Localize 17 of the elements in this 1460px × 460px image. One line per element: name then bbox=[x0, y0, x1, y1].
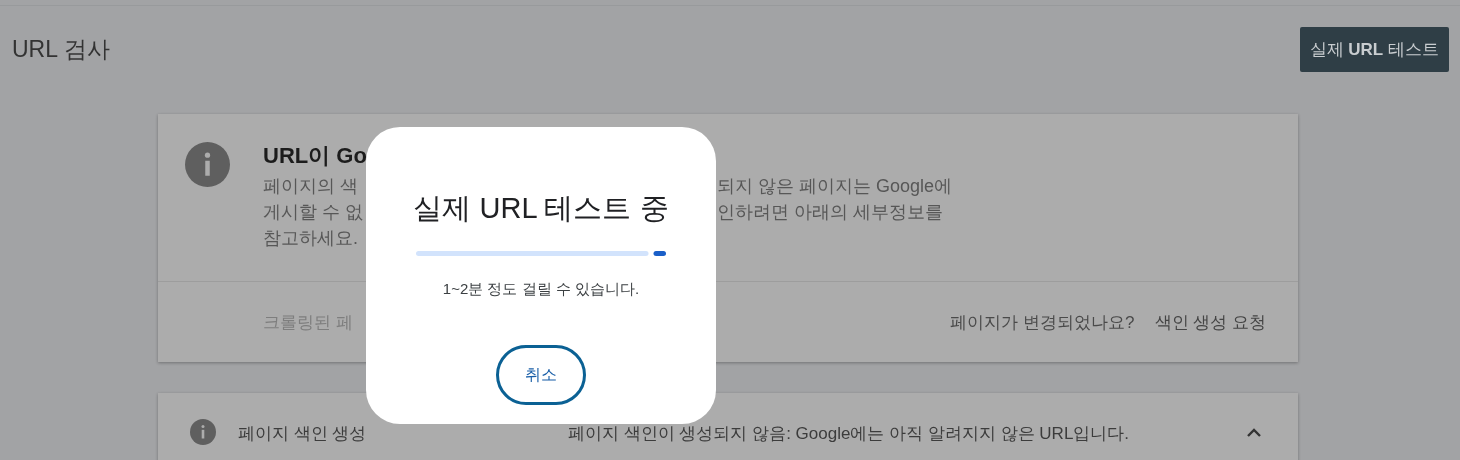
description-text: 인하려면 아래의 세부정보를 bbox=[717, 201, 944, 224]
description-text: 되지 않은 페이지는 Google에 bbox=[717, 175, 953, 198]
description-text: 페이지의 색 bbox=[263, 175, 359, 198]
page-title: URL 검사 bbox=[12, 34, 110, 64]
indexing-status: 페이지 색인이 생성되지 않음: Google에는 아직 알려지지 않은 URL입니다. bbox=[568, 423, 1131, 445]
request-indexing-link[interactable]: 색인 생성 요청 bbox=[1154, 310, 1266, 334]
dialog-message: 1~2분 정도 걸릴 수 있습니다. bbox=[442, 280, 640, 299]
cancel-button[interactable]: 취소 bbox=[496, 345, 586, 405]
info-icon bbox=[185, 142, 230, 187]
description-text: 게시할 수 없 bbox=[263, 201, 364, 224]
live-test-button[interactable]: 실제 URL 테스트 bbox=[1299, 26, 1449, 72]
status-title: URL이 Go bbox=[263, 142, 366, 170]
description-text: 참고하세요. bbox=[263, 227, 359, 250]
dialog-title: 실제 URL 테스트 중 bbox=[413, 191, 669, 226]
info-icon bbox=[190, 419, 216, 445]
question-text: 페이지가 변경되었나요? bbox=[950, 311, 1135, 334]
indexing-label: 페이지 색인 생성 bbox=[238, 423, 368, 445]
